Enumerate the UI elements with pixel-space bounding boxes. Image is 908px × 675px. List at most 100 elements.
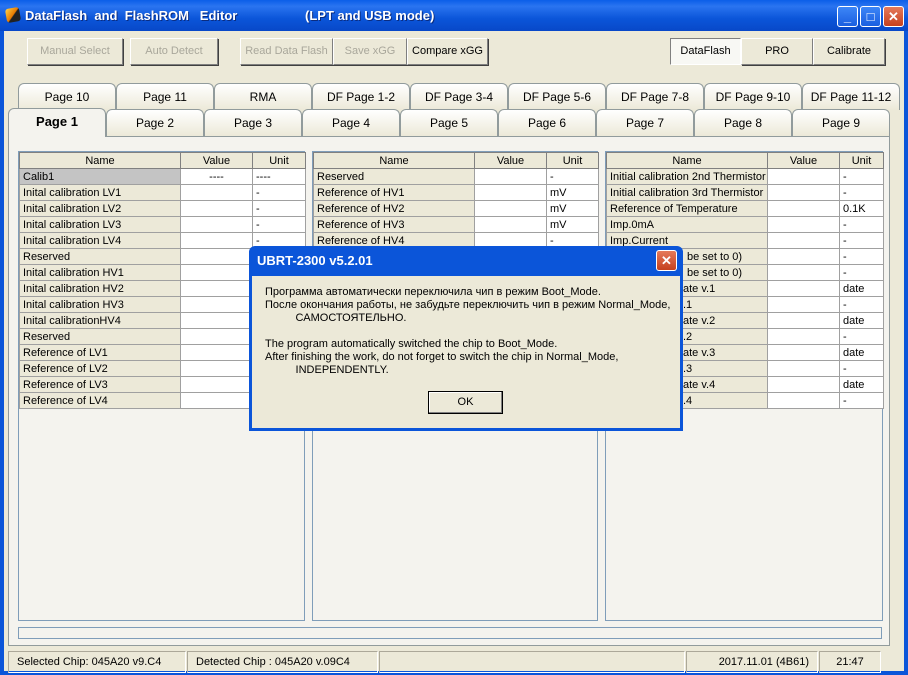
tab-df-page-9-10[interactable]: DF Page 9-10 bbox=[704, 83, 802, 110]
cell-name[interactable]: Reserved bbox=[19, 328, 181, 345]
column-header-name[interactable]: Name bbox=[606, 152, 768, 169]
tab-page-4[interactable]: Page 4 bbox=[302, 109, 400, 136]
cell-name[interactable]: Inital calibration LV3 bbox=[19, 216, 181, 233]
column-header-value[interactable]: Value bbox=[474, 152, 547, 169]
cell-value[interactable] bbox=[474, 216, 547, 233]
cell-name[interactable]: Reference of LV2 bbox=[19, 360, 181, 377]
tab-page-3[interactable]: Page 3 bbox=[204, 109, 302, 136]
tab-page-10[interactable]: Page 10 bbox=[18, 83, 116, 110]
cell-value[interactable] bbox=[180, 392, 253, 409]
cell-name[interactable]: Reserved bbox=[19, 248, 181, 265]
cell-name[interactable]: Inital calibration LV1 bbox=[19, 184, 181, 201]
tab-page-11[interactable]: Page 11 bbox=[116, 83, 214, 110]
cell-value[interactable] bbox=[767, 296, 840, 313]
cell-name[interactable]: Calib1 bbox=[19, 168, 181, 185]
cell-value[interactable]: ---- bbox=[180, 168, 253, 185]
cell-value[interactable] bbox=[767, 344, 840, 361]
cell-unit[interactable]: date bbox=[839, 312, 884, 329]
cell-unit[interactable]: mV bbox=[546, 200, 599, 217]
pro-button[interactable]: PRO bbox=[741, 38, 813, 65]
cell-name[interactable]: Reference of LV4 bbox=[19, 392, 181, 409]
cell-value[interactable] bbox=[767, 392, 840, 409]
column-header-name[interactable]: Name bbox=[19, 152, 181, 169]
tab-page-2[interactable]: Page 2 bbox=[106, 109, 204, 136]
cell-value[interactable] bbox=[180, 232, 253, 249]
tab-page-1[interactable]: Page 1 bbox=[8, 108, 106, 137]
cell-value[interactable] bbox=[180, 248, 253, 265]
cell-value[interactable] bbox=[474, 184, 547, 201]
cell-name[interactable]: Reference of Temperature bbox=[606, 200, 768, 217]
table-row[interactable]: Calib1 ---- ---- bbox=[19, 168, 306, 185]
cell-unit[interactable]: - bbox=[252, 216, 306, 233]
cell-unit[interactable]: - bbox=[839, 248, 884, 265]
cell-unit[interactable]: - bbox=[546, 168, 599, 185]
cell-value[interactable] bbox=[767, 216, 840, 233]
cell-name[interactable]: Reference of HV1 bbox=[313, 184, 475, 201]
cell-value[interactable] bbox=[180, 328, 253, 345]
cell-unit[interactable]: - bbox=[839, 328, 884, 345]
cell-unit[interactable]: ---- bbox=[252, 168, 306, 185]
cell-name[interactable]: Reference of LV1 bbox=[19, 344, 181, 361]
cell-unit[interactable]: - bbox=[839, 216, 884, 233]
cell-value[interactable] bbox=[180, 264, 253, 281]
cell-value[interactable] bbox=[767, 376, 840, 393]
save-xgg-button[interactable]: Save xGG bbox=[333, 38, 407, 65]
cell-unit[interactable]: - bbox=[839, 184, 884, 201]
cell-value[interactable] bbox=[180, 312, 253, 329]
table-row[interactable]: Inital calibration LV1 - bbox=[19, 184, 306, 201]
cell-value[interactable] bbox=[767, 168, 840, 185]
column-header-unit[interactable]: Unit bbox=[546, 152, 599, 169]
cell-value[interactable] bbox=[180, 296, 253, 313]
calibrate-button[interactable]: Calibrate bbox=[813, 38, 885, 65]
cell-value[interactable] bbox=[767, 232, 840, 249]
cell-name[interactable]: Inital calibration HV1 bbox=[19, 264, 181, 281]
cell-unit[interactable]: - bbox=[839, 168, 884, 185]
table-row[interactable]: Initial calibration 2nd Thermistor - bbox=[606, 168, 884, 185]
cell-unit[interactable]: - bbox=[839, 392, 884, 409]
table-row[interactable]: Reference of HV3 mV bbox=[313, 216, 599, 233]
table-row[interactable]: Reserved - bbox=[313, 168, 599, 185]
cell-unit[interactable]: date bbox=[839, 344, 884, 361]
cell-unit[interactable]: - bbox=[839, 264, 884, 281]
cell-unit[interactable]: 0.1K bbox=[839, 200, 884, 217]
tab-page-9[interactable]: Page 9 bbox=[792, 109, 890, 136]
table-row[interactable]: Initial calibration 3rd Thermistor - bbox=[606, 184, 884, 201]
cell-name[interactable]: Inital calibration LV4 bbox=[19, 232, 181, 249]
cell-value[interactable] bbox=[180, 200, 253, 217]
tab-page-8[interactable]: Page 8 bbox=[694, 109, 792, 136]
tab-df-page-7-8[interactable]: DF Page 7-8 bbox=[606, 83, 704, 110]
tab-df-page-1-2[interactable]: DF Page 1-2 bbox=[312, 83, 410, 110]
cell-name[interactable]: Reserved bbox=[313, 168, 475, 185]
column-header-value[interactable]: Value bbox=[767, 152, 840, 169]
cell-name[interactable]: Inital calibrationHV4 bbox=[19, 312, 181, 329]
table-row[interactable]: Reference of HV2 mV bbox=[313, 200, 599, 217]
column-header-name[interactable]: Name bbox=[313, 152, 475, 169]
cell-value[interactable] bbox=[767, 264, 840, 281]
cell-value[interactable] bbox=[767, 280, 840, 297]
cell-unit[interactable]: - bbox=[252, 184, 306, 201]
table-row[interactable]: Inital calibration LV2 - bbox=[19, 200, 306, 217]
cell-value[interactable] bbox=[767, 312, 840, 329]
cell-unit[interactable]: - bbox=[839, 360, 884, 377]
cell-value[interactable] bbox=[767, 248, 840, 265]
dialog-close-button[interactable]: ✕ bbox=[656, 250, 677, 271]
cell-value[interactable] bbox=[180, 280, 253, 297]
horizontal-scrollbar[interactable] bbox=[18, 627, 882, 639]
dataflash-button[interactable]: DataFlash bbox=[670, 38, 741, 65]
table-row[interactable]: Reference of HV1 mV bbox=[313, 184, 599, 201]
cell-value[interactable] bbox=[474, 168, 547, 185]
cell-name[interactable]: Inital calibration LV2 bbox=[19, 200, 181, 217]
table-row[interactable]: Reference of Temperature 0.1K bbox=[606, 200, 884, 217]
cell-unit[interactable]: mV bbox=[546, 216, 599, 233]
cell-name[interactable]: Inital calibration HV3 bbox=[19, 296, 181, 313]
cell-name[interactable]: Imp.0mA bbox=[606, 216, 768, 233]
tab-df-page-3-4[interactable]: DF Page 3-4 bbox=[410, 83, 508, 110]
manual-select-button[interactable]: Manual Select bbox=[27, 38, 123, 65]
maximize-button[interactable]: □ bbox=[860, 6, 881, 27]
table-row[interactable]: Imp.0mA - bbox=[606, 216, 884, 233]
cell-value[interactable] bbox=[767, 184, 840, 201]
table-row[interactable]: Inital calibration LV3 - bbox=[19, 216, 306, 233]
column-header-unit[interactable]: Unit bbox=[252, 152, 306, 169]
cell-name[interactable]: Inital calibration HV2 bbox=[19, 280, 181, 297]
cell-unit[interactable]: - bbox=[252, 200, 306, 217]
